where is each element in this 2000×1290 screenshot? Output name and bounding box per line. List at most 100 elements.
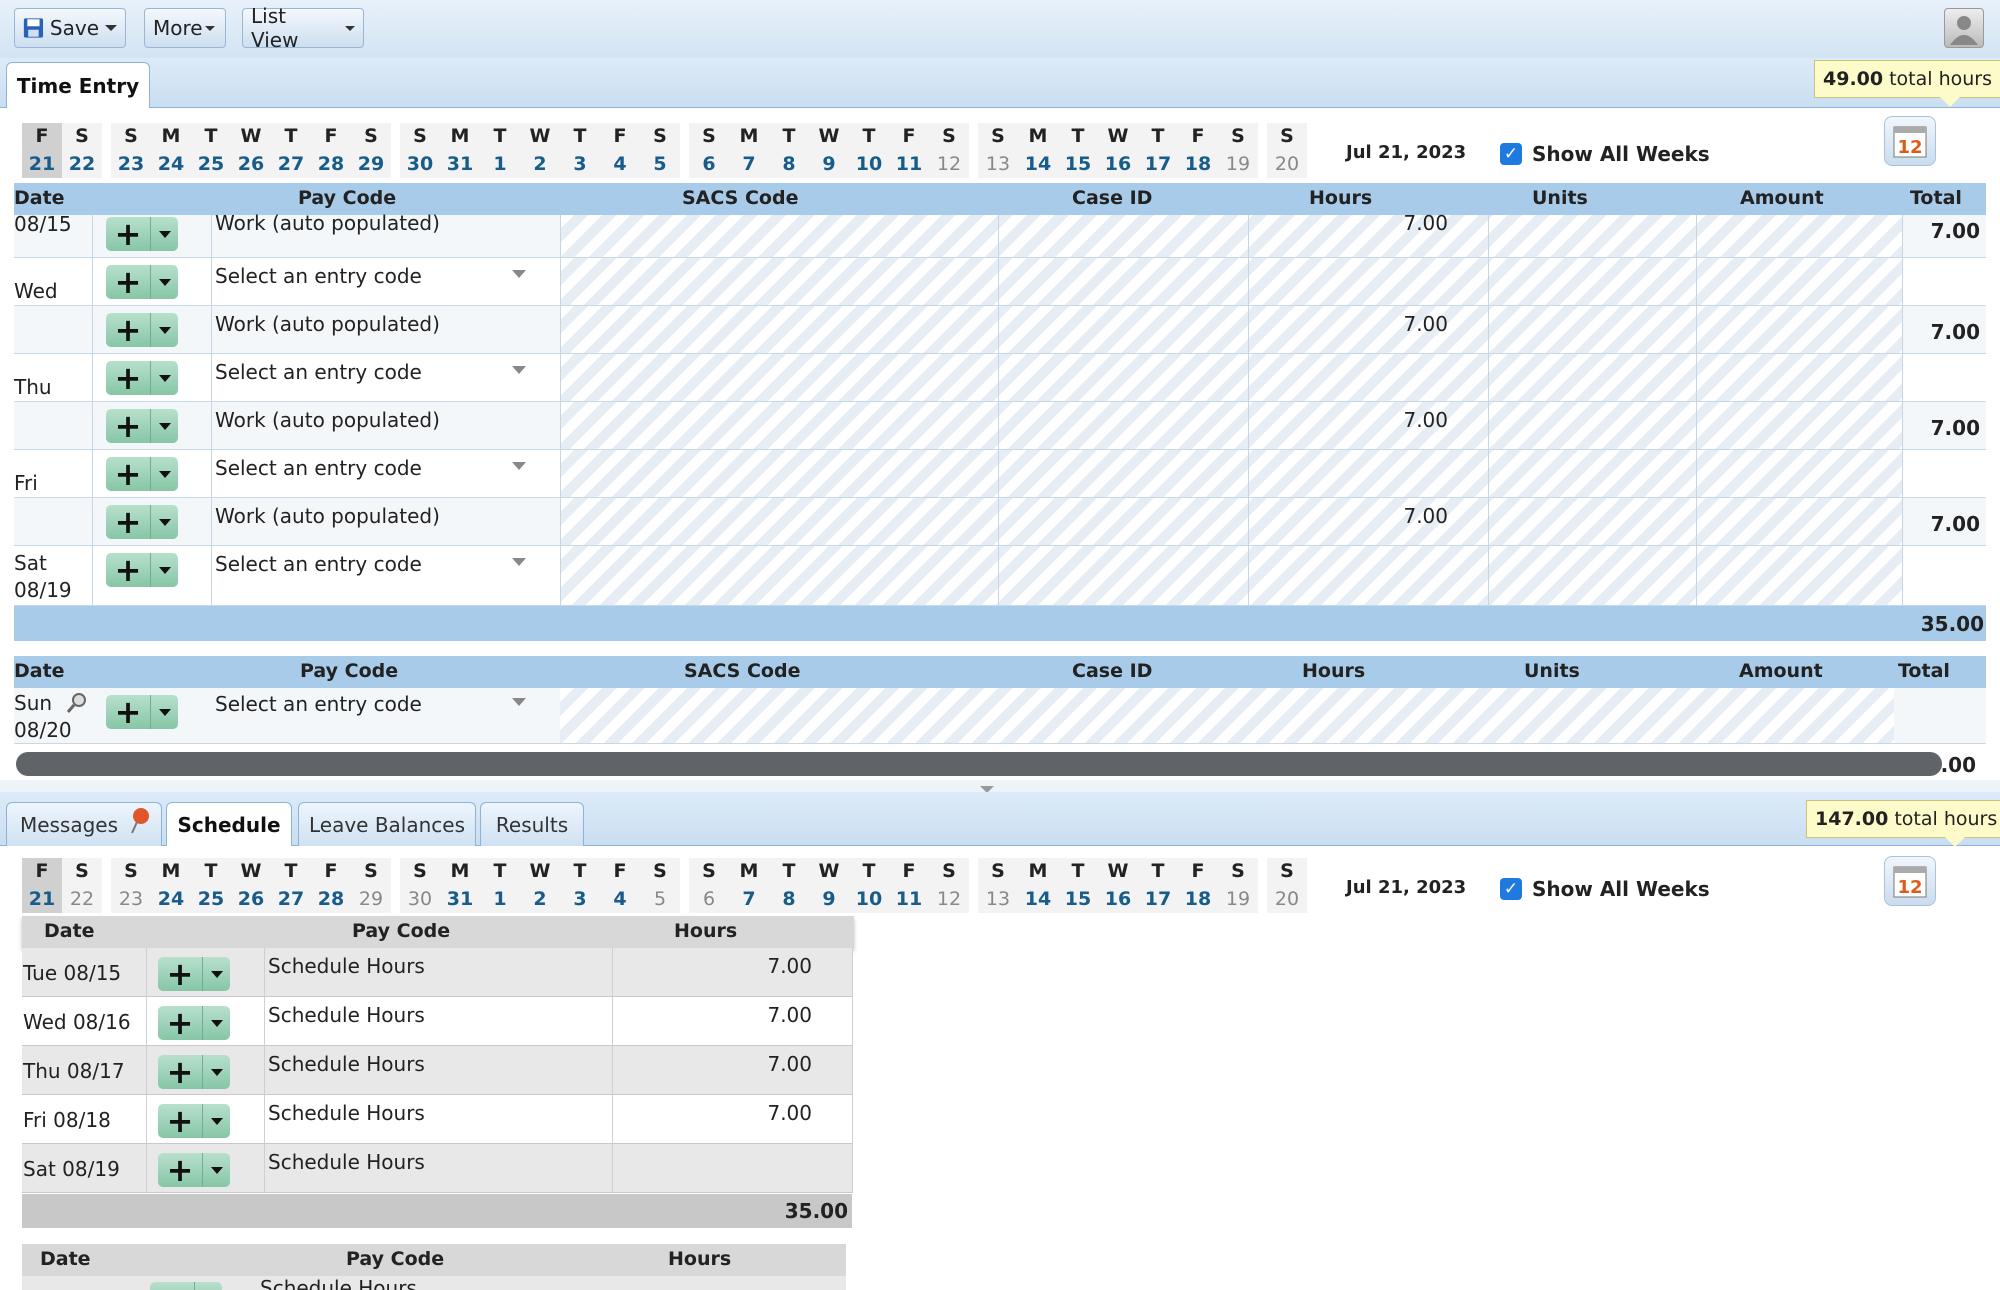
calendar-day[interactable]: S 22 xyxy=(62,123,102,178)
pay-code-select[interactable]: Select an entry code xyxy=(215,552,422,576)
day-number[interactable]: 29 xyxy=(351,885,391,913)
day-number[interactable]: 9 xyxy=(809,150,849,178)
dropdown-arrow-icon[interactable] xyxy=(512,462,526,470)
calendar-day[interactable]: F 18 xyxy=(1178,123,1218,178)
day-number[interactable]: 19 xyxy=(1218,885,1258,913)
day-number[interactable]: 1 xyxy=(480,150,520,178)
calendar-day[interactable]: M 31 xyxy=(440,123,480,178)
chevron-down-icon[interactable] xyxy=(202,1006,230,1040)
day-number[interactable]: 22 xyxy=(62,885,102,913)
day-number[interactable]: 17 xyxy=(1138,150,1178,178)
calendar-day[interactable]: S 22 xyxy=(62,858,102,913)
tab-messages[interactable]: Messages xyxy=(6,802,162,846)
day-number[interactable]: 3 xyxy=(560,150,600,178)
add-entry-button[interactable]: + xyxy=(158,1055,230,1089)
calendar-day[interactable]: W9 xyxy=(809,858,849,913)
day-number[interactable]: 30 xyxy=(400,150,440,178)
add-entry-button[interactable]: + xyxy=(158,1006,230,1040)
day-number[interactable]: 20 xyxy=(1267,150,1307,178)
add-entry-button[interactable]: + xyxy=(106,265,178,299)
chevron-down-icon[interactable] xyxy=(202,957,230,991)
list-view-button[interactable]: List View xyxy=(242,4,364,52)
day-number[interactable]: 28 xyxy=(311,885,351,913)
calendar-day[interactable]: F 28 xyxy=(311,858,351,913)
pay-code-select[interactable]: Select an entry code xyxy=(215,456,422,480)
day-number[interactable]: 9 xyxy=(809,885,849,913)
day-number[interactable]: 31 xyxy=(440,150,480,178)
day-number[interactable]: 18 xyxy=(1178,885,1218,913)
day-number[interactable]: 6 xyxy=(689,150,729,178)
calendar-icon[interactable]: 12 xyxy=(1884,856,1936,906)
calendar-day[interactable]: W 26 xyxy=(231,123,271,178)
chevron-down-icon[interactable] xyxy=(150,553,178,587)
show-all-weeks-checkbox[interactable]: ✓ Show All Weeks xyxy=(1500,142,1710,166)
more-button[interactable]: More xyxy=(144,8,226,48)
day-number[interactable]: 23 xyxy=(111,150,151,178)
calendar-day[interactable]: F4 xyxy=(600,858,640,913)
tab-schedule[interactable]: Schedule xyxy=(166,802,292,846)
calendar-day[interactable]: M 31 xyxy=(440,858,480,913)
day-number[interactable]: 5 xyxy=(640,150,680,178)
day-number[interactable]: 6 xyxy=(689,885,729,913)
calendar-day[interactable]: M 14 xyxy=(1018,123,1058,178)
calendar-day[interactable]: W9 xyxy=(809,123,849,178)
day-number[interactable]: 16 xyxy=(1098,885,1138,913)
day-number[interactable]: 23 xyxy=(111,885,151,913)
pay-code-select[interactable]: Select an entry code xyxy=(215,692,422,716)
day-number[interactable]: 4 xyxy=(600,150,640,178)
calendar-day[interactable]: M 24 xyxy=(151,123,191,178)
day-number[interactable]: 30 xyxy=(400,885,440,913)
day-number[interactable]: 11 xyxy=(889,150,929,178)
chevron-down-icon[interactable] xyxy=(202,1153,230,1187)
calendar-day[interactable]: M 14 xyxy=(1018,858,1058,913)
day-number[interactable]: 17 xyxy=(1138,885,1178,913)
calendar-day[interactable]: S 30 xyxy=(400,123,440,178)
add-entry-button[interactable]: + xyxy=(106,361,178,395)
day-number[interactable]: 18 xyxy=(1178,150,1218,178)
tab-leave-balances[interactable]: Leave Balances xyxy=(298,802,476,846)
calendar-day[interactable]: S 20 xyxy=(1267,858,1307,913)
day-number[interactable]: 13 xyxy=(978,885,1018,913)
add-entry-button[interactable]: + xyxy=(106,313,178,347)
calendar-day[interactable]: T 10 xyxy=(849,858,889,913)
show-all-weeks-checkbox[interactable]: ✓ Show All Weeks xyxy=(1500,877,1710,901)
chevron-down-icon[interactable] xyxy=(150,409,178,443)
user-avatar[interactable] xyxy=(1944,8,1984,48)
chevron-down-icon[interactable] xyxy=(105,25,117,31)
calendar-day[interactable]: T 27 xyxy=(271,858,311,913)
chevron-down-icon[interactable] xyxy=(150,217,178,251)
calendar-day[interactable]: W 16 xyxy=(1098,123,1138,178)
calendar-day[interactable]: T 25 xyxy=(191,123,231,178)
day-number[interactable]: 31 xyxy=(440,885,480,913)
magnifier-icon[interactable] xyxy=(66,692,88,714)
calendar-day[interactable]: S 13 xyxy=(978,123,1018,178)
day-number[interactable]: 7 xyxy=(729,885,769,913)
calendar-day[interactable]: T 15 xyxy=(1058,123,1098,178)
add-entry-button[interactable]: + xyxy=(106,505,178,539)
add-entry-button[interactable]: + xyxy=(106,553,178,587)
day-number[interactable]: 24 xyxy=(151,885,191,913)
dropdown-arrow-icon[interactable] xyxy=(512,366,526,374)
day-number[interactable]: 16 xyxy=(1098,150,1138,178)
day-number[interactable]: 21 xyxy=(22,885,62,913)
day-number[interactable]: 2 xyxy=(520,885,560,913)
calendar-day[interactable]: M7 xyxy=(729,123,769,178)
calendar-day[interactable]: S 13 xyxy=(978,858,1018,913)
tab-time-entry[interactable]: Time Entry xyxy=(6,62,150,108)
calendar-day[interactable]: F 21 xyxy=(22,123,62,178)
calendar-day[interactable]: S 23 xyxy=(111,858,151,913)
calendar-day[interactable]: S5 xyxy=(640,123,680,178)
calendar-day[interactable]: T 17 xyxy=(1138,123,1178,178)
day-number[interactable]: 27 xyxy=(271,150,311,178)
day-number[interactable]: 26 xyxy=(231,885,271,913)
calendar-day[interactable]: S6 xyxy=(689,123,729,178)
splitter-handle[interactable] xyxy=(0,780,2000,792)
calendar-day[interactable]: T 15 xyxy=(1058,858,1098,913)
calendar-icon[interactable]: 12 xyxy=(1884,116,1936,166)
calendar-day[interactable]: S 30 xyxy=(400,858,440,913)
calendar-day[interactable]: S6 xyxy=(689,858,729,913)
calendar-day[interactable]: T 17 xyxy=(1138,858,1178,913)
chevron-down-icon[interactable] xyxy=(150,505,178,539)
tab-results[interactable]: Results xyxy=(480,802,584,846)
save-button[interactable]: Save xyxy=(14,8,126,48)
